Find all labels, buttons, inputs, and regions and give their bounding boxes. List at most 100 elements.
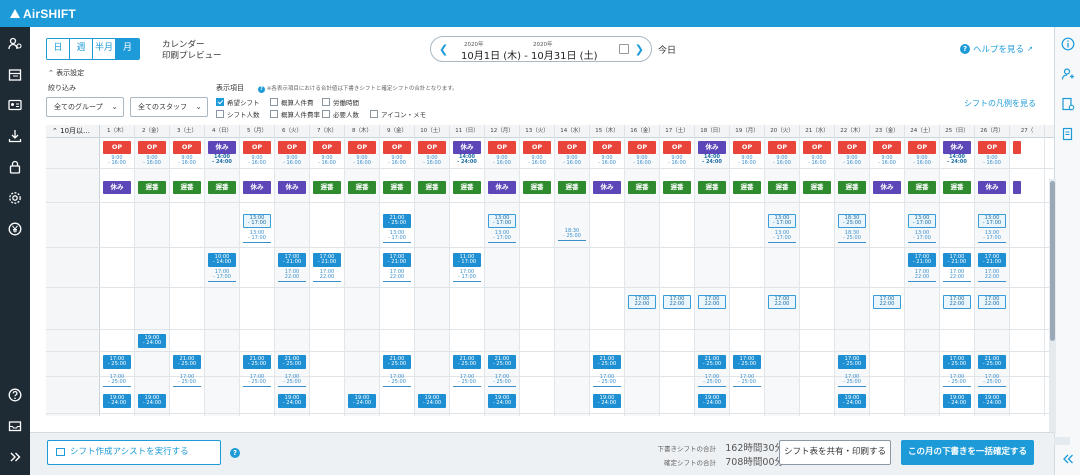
shift-badge-partial[interactable] — [1013, 141, 1021, 154]
day-header[interactable]: 13（火） — [520, 125, 555, 138]
calendar-print-preview[interactable]: カレンダー 印刷プレビュー — [162, 40, 222, 62]
shift-badge[interactable]: 遅番 — [418, 181, 446, 194]
shift-badge[interactable]: OP — [103, 141, 131, 154]
shift-block[interactable]: 19:00- 24:00 — [838, 394, 866, 408]
day-header[interactable]: 17（土） — [660, 125, 695, 138]
shift-block[interactable]: 21:00- 25:00 — [698, 355, 726, 369]
shift-badge[interactable]: OP — [243, 141, 271, 154]
scroll-thumb[interactable] — [1050, 181, 1055, 341]
shift-block[interactable]: 17:00- 21:00 — [313, 253, 341, 267]
shift-badge[interactable]: 遅番 — [208, 181, 236, 194]
document-settings-icon[interactable] — [1061, 97, 1075, 111]
shift-badge[interactable]: OP — [873, 141, 901, 154]
shift-block[interactable]: 17:00- 21:00 — [278, 253, 306, 267]
shift-block[interactable]: 21:00- 25:00 — [978, 355, 1006, 369]
shift-badge[interactable]: OP — [768, 141, 796, 154]
shift-block[interactable]: 13:00- 17:00 — [768, 214, 796, 228]
shift-badge[interactable]: 遅番 — [453, 181, 481, 194]
shift-badge[interactable]: OP — [803, 141, 831, 154]
shift-badge[interactable]: OP — [523, 141, 551, 154]
shift-block[interactable]: 19:00- 24:00 — [138, 334, 166, 348]
day-header[interactable]: 9（金） — [380, 125, 415, 138]
shift-table-icon[interactable] — [8, 68, 22, 82]
checkbox-labor-cost-rate[interactable]: 概算人件費率 — [270, 109, 320, 119]
shift-badge[interactable]: 遅番 — [313, 181, 341, 194]
shift-badge[interactable]: OP — [663, 141, 691, 154]
shift-badge[interactable]: OP — [313, 141, 341, 154]
shift-badge[interactable]: 遅番 — [523, 181, 551, 194]
shift-block[interactable]: 19:00- 24:00 — [978, 394, 1006, 408]
shift-badge[interactable]: 休み — [943, 141, 971, 154]
day-header[interactable]: 2（金） — [135, 125, 170, 138]
shift-block[interactable]: 21:00- 25:00 — [243, 355, 271, 369]
shift-block[interactable]: 17:00 22:00 — [768, 295, 796, 309]
shift-badge[interactable]: 遅番 — [943, 181, 971, 194]
app-logo[interactable]: AirSHIFT — [10, 7, 76, 21]
shift-badge[interactable]: 遅番 — [908, 181, 936, 194]
day-header[interactable]: 11（日） — [450, 125, 485, 138]
shift-badge-partial[interactable] — [1013, 181, 1021, 194]
shift-block[interactable]: 13:00- 17:00 — [488, 214, 516, 228]
mail-icon[interactable] — [8, 419, 22, 433]
shift-badge[interactable]: 遅番 — [138, 181, 166, 194]
share-print-button[interactable]: シフト表を共有・印刷する — [779, 440, 891, 465]
shift-block[interactable]: 19:00- 24:00 — [488, 394, 516, 408]
shift-block[interactable]: 19:00- 24:00 — [943, 394, 971, 408]
tab-month[interactable]: 月 — [116, 39, 139, 59]
shift-block[interactable]: 17:00- 25:00 — [733, 355, 761, 369]
shift-badge[interactable]: 遅番 — [768, 181, 796, 194]
checkbox-icon-memo[interactable]: アイコン・メモ — [370, 109, 426, 119]
staff-select[interactable]: 全てのスタッフ ⌄ — [130, 97, 208, 117]
shift-badge[interactable]: 休み — [873, 181, 901, 194]
shift-block[interactable]: 17:00- 21:00 — [383, 253, 411, 267]
tab-day[interactable]: 日 — [47, 39, 70, 59]
shift-badge[interactable]: 休み — [593, 181, 621, 194]
checkbox-work-hours[interactable]: 労働時間 — [322, 97, 359, 107]
shift-badge[interactable]: 休み — [978, 181, 1006, 194]
day-header[interactable]: 4（日） — [205, 125, 240, 138]
shift-block[interactable]: 17:00- 25:00 — [838, 355, 866, 369]
shift-badge[interactable]: OP — [138, 141, 166, 154]
day-header[interactable]: 19（月） — [730, 125, 765, 138]
tab-half-month[interactable]: 半月 — [93, 39, 116, 59]
shift-block[interactable]: 21:00- 25:00 — [593, 355, 621, 369]
checkbox-preferred-shift[interactable]: 希望シフト — [216, 97, 260, 107]
day-header[interactable]: 20（火） — [765, 125, 800, 138]
shift-badge[interactable]: 休み — [453, 141, 481, 154]
staff-settings-icon[interactable] — [8, 37, 22, 51]
shift-badge[interactable]: OP — [488, 141, 516, 154]
day-header[interactable]: 22（木） — [835, 125, 870, 138]
yen-icon[interactable] — [8, 222, 22, 236]
shift-badge[interactable]: 遅番 — [733, 181, 761, 194]
shift-block[interactable]: 21:00- 25:00 — [383, 355, 411, 369]
shift-badge[interactable]: 休み — [278, 181, 306, 194]
day-header[interactable]: 26（月） — [975, 125, 1010, 138]
shift-block[interactable]: 19:00- 24:00 — [348, 394, 376, 408]
shift-block[interactable]: 21:00- 25:00 — [383, 214, 411, 228]
day-header[interactable]: 15（木） — [590, 125, 625, 138]
month-header[interactable]: ⌃ 10月以… — [46, 125, 100, 138]
day-header[interactable]: 23（金） — [870, 125, 905, 138]
shift-badge[interactable]: OP — [733, 141, 761, 154]
calendar-icon[interactable] — [619, 44, 629, 54]
day-header[interactable]: 24（土） — [905, 125, 940, 138]
shift-badge[interactable]: OP — [558, 141, 586, 154]
next-month-icon[interactable]: ❯ — [635, 43, 644, 56]
lock-icon[interactable] — [8, 160, 22, 174]
day-header[interactable]: 3（土） — [170, 125, 205, 138]
shift-block[interactable]: 19:00- 24:00 — [593, 394, 621, 408]
shift-badge[interactable]: OP — [348, 141, 376, 154]
shift-badge[interactable]: 遅番 — [348, 181, 376, 194]
document-export-icon[interactable] — [1061, 127, 1075, 141]
shift-badge[interactable]: OP — [838, 141, 866, 154]
shift-badge[interactable]: 休み — [243, 181, 271, 194]
shift-block[interactable]: 13:00- 17:00 — [243, 214, 271, 228]
shift-badge[interactable]: 遅番 — [558, 181, 586, 194]
info-icon[interactable] — [1061, 37, 1075, 51]
shift-block[interactable]: 10:00- 14:00 — [208, 253, 236, 267]
shift-badge[interactable]: OP — [978, 141, 1006, 154]
collapse-right-icon[interactable] — [1061, 452, 1075, 466]
id-card-icon[interactable] — [8, 98, 22, 112]
shift-badge[interactable]: 遅番 — [663, 181, 691, 194]
shift-block[interactable]: 17:00- 21:00 — [908, 253, 936, 267]
